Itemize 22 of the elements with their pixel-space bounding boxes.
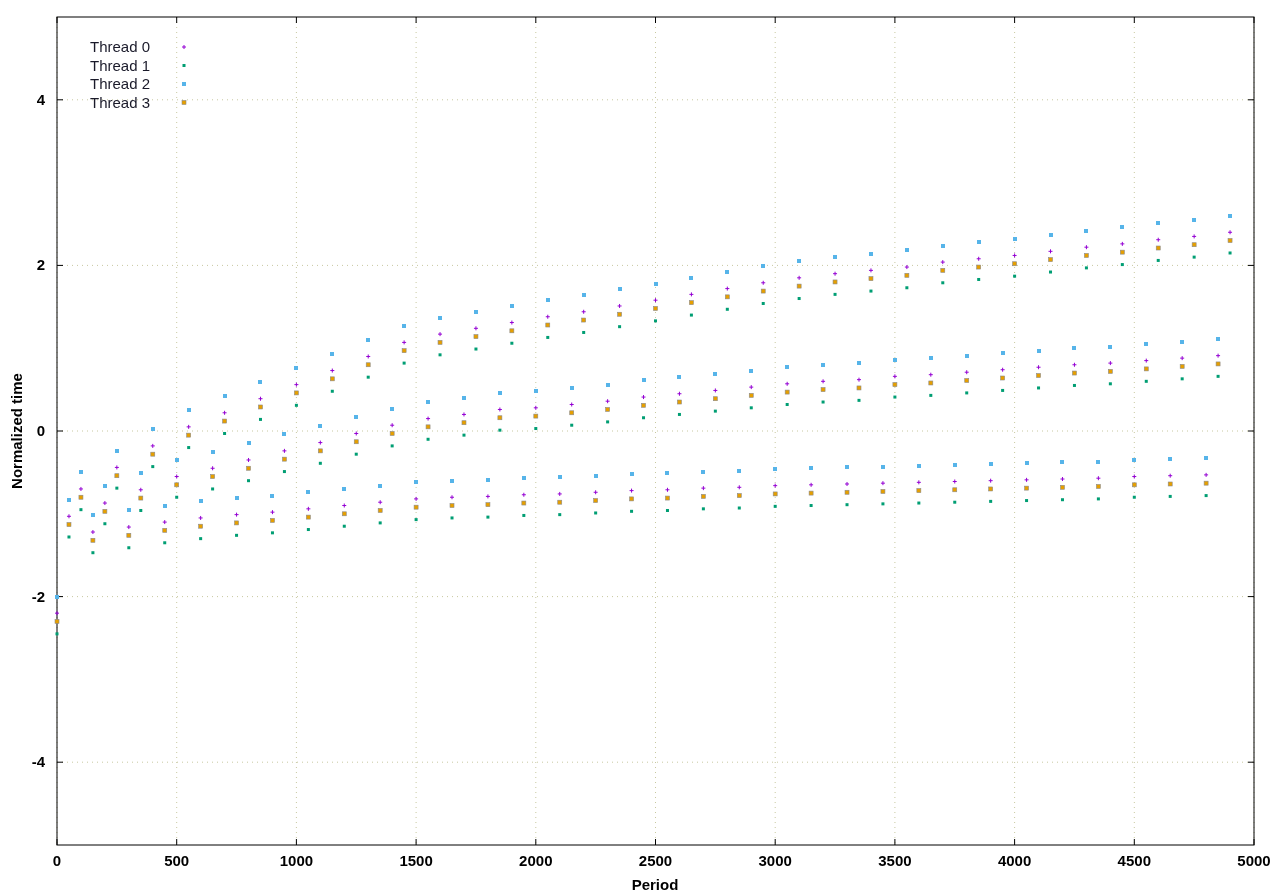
tick-label: 0 [52,852,62,869]
tick-label: 2 [36,256,45,274]
tick-label: 4000 [997,852,1032,869]
tick-label: 500 [164,852,190,869]
legend-label: Thread 1 [90,56,151,74]
x-axis-label: Period [631,876,679,893]
tick-label: 2000 [519,852,553,869]
tick-label: 0 [36,422,45,439]
tick-label: -4 [31,753,45,771]
tick-label: 3500 [878,852,912,869]
legend-label: Thread 2 [90,75,151,92]
y-axis-label: Normalized time [8,373,25,489]
tick-label: 4500 [1117,852,1151,869]
legend-label: Thread 0 [90,38,151,55]
tick-label: -2 [31,587,45,605]
tick-label: 4 [36,90,45,108]
legend-label: Thread 3 [90,93,151,111]
tick-label: 1000 [279,852,314,869]
tick-label: 3000 [758,852,792,869]
tick-label: 5000 [1237,852,1271,869]
tick-label: 1500 [399,852,433,869]
tick-label: 2500 [638,852,673,869]
